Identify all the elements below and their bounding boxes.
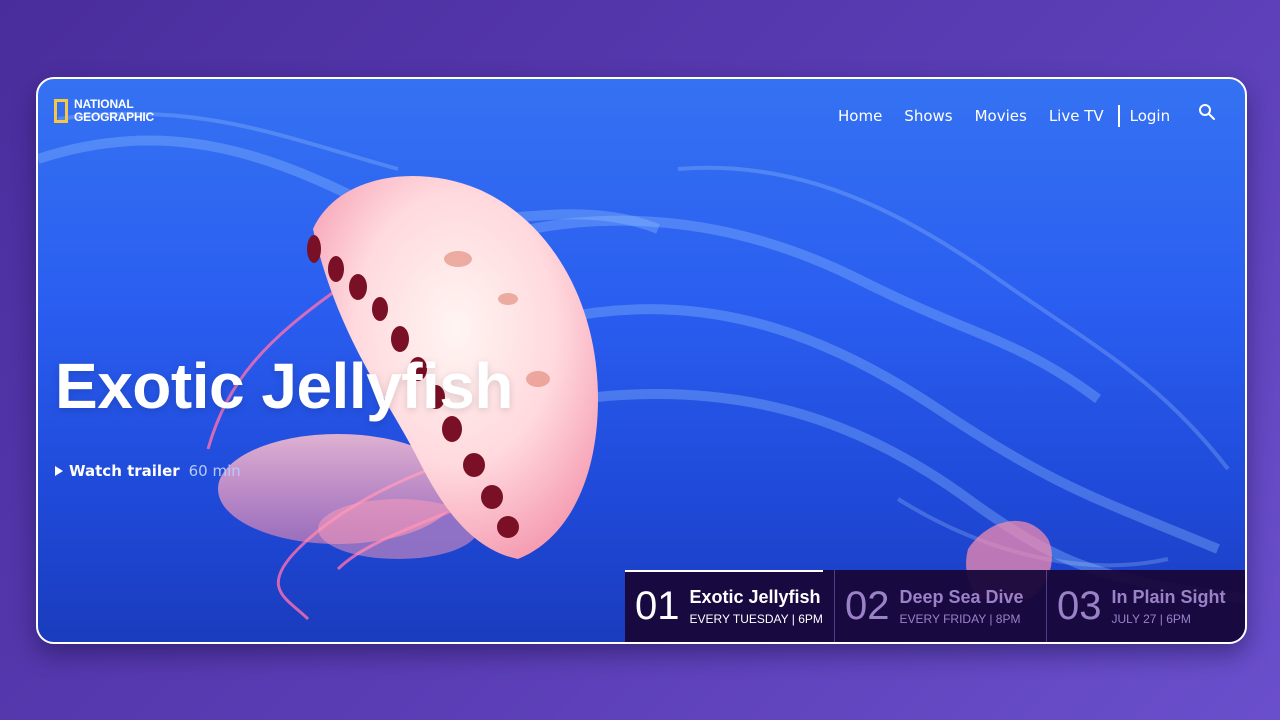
episode-number: 03: [1057, 583, 1102, 628]
active-indicator: [625, 570, 823, 572]
episode-schedule: EVERY TUESDAY | 6PM: [689, 611, 823, 626]
hero-title: Exotic Jellyfish: [55, 350, 513, 422]
episode-list: 01 Exotic Jellyfish EVERY TUESDAY | 6PM …: [625, 570, 1245, 642]
episode-card-03[interactable]: 03 In Plain Sight JULY 27 | 6PM: [1047, 570, 1245, 642]
episode-card-01[interactable]: 01 Exotic Jellyfish EVERY TUESDAY | 6PM: [625, 570, 835, 642]
episode-schedule: JULY 27 | 6PM: [1111, 611, 1191, 626]
episode-title: In Plain Sight: [1111, 586, 1226, 607]
episode-schedule: EVERY FRIDAY | 8PM: [899, 611, 1021, 626]
search-icon[interactable]: [1198, 103, 1216, 121]
nat-geo-logo[interactable]: NATIONAL GEOGRAPHIC: [54, 98, 154, 124]
episode-title: Exotic Jellyfish: [689, 586, 821, 607]
main-nav: Home Shows Movies Live TV Login: [838, 105, 1192, 127]
play-icon: [55, 466, 63, 476]
nav-login[interactable]: Login: [1130, 107, 1170, 125]
nav-movies[interactable]: Movies: [975, 107, 1027, 125]
watch-trailer-label: Watch trailer: [69, 462, 180, 480]
watch-trailer-button[interactable]: Watch trailer 60 min: [55, 462, 241, 480]
nav-home[interactable]: Home: [838, 107, 882, 125]
logo-frame-icon: [54, 99, 68, 123]
nav-live-tv[interactable]: Live TV: [1049, 107, 1104, 125]
nav-divider: [1117, 105, 1120, 127]
hero-card: NATIONAL GEOGRAPHIC Home Shows Movies Li…: [36, 77, 1247, 644]
duration-label: 60 min: [188, 462, 241, 480]
nav-shows[interactable]: Shows: [904, 107, 952, 125]
episode-number: 01: [635, 583, 680, 628]
logo-line-2: GEOGRAPHIC: [74, 110, 155, 124]
episode-title: Deep Sea Dive: [899, 586, 1024, 607]
episode-number: 02: [845, 583, 890, 628]
episode-card-02[interactable]: 02 Deep Sea Dive EVERY FRIDAY | 8PM: [835, 570, 1047, 642]
